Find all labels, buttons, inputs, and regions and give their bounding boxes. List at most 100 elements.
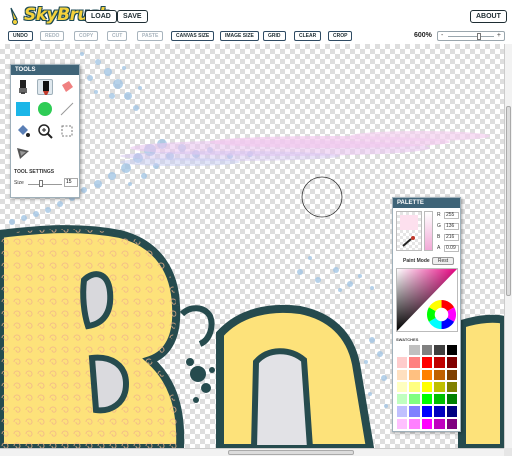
color-swatch[interactable] [396,417,409,430]
color-swatch[interactable] [420,368,434,381]
color-swatch[interactable] [396,405,409,418]
zoom-thumb[interactable] [477,33,481,40]
current-color-swatch [400,215,418,230]
color-swatch[interactable] [445,368,458,381]
palette-panel-title[interactable]: PALETTE [393,198,460,208]
color-swatch[interactable] [408,344,421,357]
eraser-icon[interactable] [59,79,75,95]
color-swatch[interactable] [408,380,421,394]
size-slider-thumb[interactable] [39,180,43,187]
scroll-corner [504,448,512,456]
paint-mode-label: Paint Mode [403,258,430,264]
color-swatch[interactable] [445,356,458,369]
color-swatch[interactable] [420,356,434,369]
paste-button[interactable]: PASTE [137,31,164,41]
zoom-out-button[interactable]: - [441,31,443,41]
marker-icon[interactable] [37,79,53,95]
color-swatch[interactable] [420,405,434,418]
color-swatch[interactable] [396,380,409,394]
color-swatch[interactable] [420,393,434,406]
image-size-button[interactable]: IMAGE SIZE [220,31,259,41]
color-swatch[interactable] [433,356,446,369]
green-channel-input[interactable]: 136 [444,223,459,230]
color-swatch[interactable] [396,368,409,381]
color-swatch[interactable] [396,344,409,357]
color-swatch[interactable] [445,393,458,406]
cut-button[interactable]: CUT [107,31,128,41]
color-swatch[interactable] [433,380,446,394]
swatch-grid [396,344,458,430]
color-swatch[interactable] [433,393,446,406]
crop-button[interactable]: CROP [328,31,353,41]
color-swatch[interactable] [433,405,446,418]
color-swatch[interactable] [420,344,434,357]
rectangle-icon[interactable] [15,101,31,117]
color-swatch[interactable] [408,368,421,381]
color-swatch[interactable] [445,380,458,394]
zoom-slider[interactable]: - + [437,31,505,41]
green-channel-label: G [437,223,441,229]
select-icon[interactable] [59,123,75,139]
alpha-channel-label: A [437,245,441,251]
red-channel-label: R [437,212,441,218]
brush-logo-icon [10,7,18,25]
paint-mode-button[interactable]: Rest [432,257,454,265]
top-bar: SkyBrush LOAD SAVE ABOUT UNDO REDO COPY … [0,0,512,44]
alpha-bar[interactable] [424,211,433,251]
blue-channel-label: B [437,234,441,240]
copy-button[interactable]: COPY [74,31,99,41]
line-icon[interactable] [59,101,75,117]
color-swatch[interactable] [408,393,421,406]
load-button[interactable]: LOAD [85,10,117,23]
color-swatch[interactable] [408,405,421,418]
grid-button[interactable]: GRID [263,31,286,41]
color-swatch[interactable] [433,417,446,430]
color-swatch[interactable] [396,356,409,369]
zoom-track[interactable] [448,36,494,37]
red-channel-input[interactable]: 255 [444,212,459,219]
zoom-in-button[interactable]: + [497,31,501,41]
vertical-scrollbar[interactable] [504,44,512,448]
color-swatch[interactable] [433,368,446,381]
tool-settings-label: TOOL SETTINGS [14,169,55,175]
vertical-scroll-thumb[interactable] [506,106,511,296]
zoom-icon[interactable] [37,123,53,139]
size-label: Size [14,180,24,186]
about-button[interactable]: ABOUT [470,10,507,23]
spray-icon[interactable] [15,145,31,161]
color-swatch[interactable] [445,417,458,430]
zoom-level: 600% [414,32,432,39]
ellipse-icon[interactable] [37,101,53,117]
brush-icon[interactable] [15,79,31,95]
brush-cursor [301,176,343,218]
color-swatch[interactable] [433,344,446,357]
color-swatch[interactable] [396,393,409,406]
fill-bucket-icon[interactable] [15,123,31,139]
color-swatch[interactable] [408,356,421,369]
redo-button[interactable]: REDO [40,31,65,41]
color-swatch[interactable] [420,417,434,430]
undo-button[interactable]: UNDO [8,31,33,41]
size-slider-track[interactable] [28,184,62,185]
horizontal-scroll-thumb[interactable] [228,450,354,455]
skybrush-logo: SkyBrush [6,3,111,29]
palette-panel: PALETTE R 255 G 136 B 216 A 0.09 Paint M… [392,197,461,432]
blue-channel-input[interactable]: 216 [444,234,459,241]
dark-blotches [186,358,215,403]
tools-panel: TOOLS TOOL SETTINGS Size 15 [10,64,80,198]
color-picker[interactable] [396,268,458,332]
save-button[interactable]: SAVE [117,10,148,23]
canvas-size-button[interactable]: CANVAS SIZE [171,31,215,41]
color-preview [396,211,422,251]
color-swatch[interactable] [420,380,434,394]
tools-panel-title[interactable]: TOOLS [11,65,79,75]
eyedropper-icon[interactable] [401,236,417,248]
size-input[interactable]: 15 [64,178,78,187]
clear-button[interactable]: CLEAR [294,31,322,41]
horizontal-scrollbar[interactable] [0,448,504,456]
hue-wheel[interactable] [426,300,457,330]
color-swatch[interactable] [445,405,458,418]
color-swatch[interactable] [408,417,421,430]
color-swatch[interactable] [445,344,458,357]
alpha-channel-input[interactable]: 0.09 [444,245,459,252]
